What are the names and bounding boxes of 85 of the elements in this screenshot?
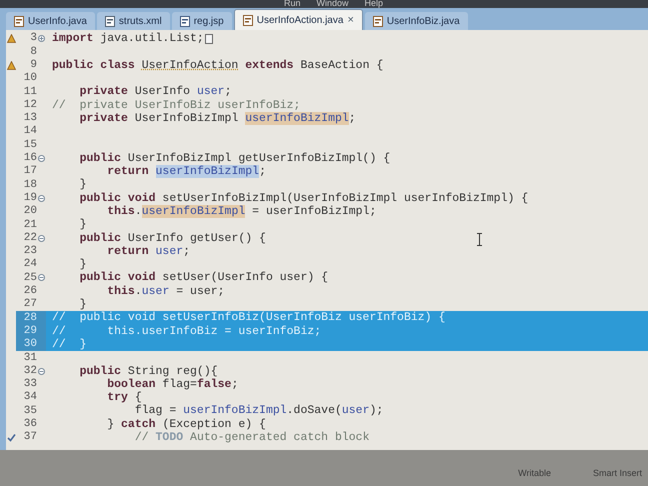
code-line: return user; xyxy=(106,244,190,258)
tab-label: UserInfoAction.java xyxy=(256,14,344,28)
code-line: private UserInfoBizImpl userInfoBizImpl; xyxy=(78,112,356,125)
collapse-icon[interactable] xyxy=(38,368,45,375)
code-line: flag = userInfoBizImpl.doSave(user); xyxy=(134,404,384,418)
line-number: 28 xyxy=(24,310,37,326)
selected-code-line: // } xyxy=(52,338,87,351)
line-number: 22 xyxy=(24,230,37,246)
file-icon xyxy=(104,16,115,26)
line-number: 14 xyxy=(24,124,37,140)
line-number: 29 xyxy=(24,324,37,338)
line-number: 13 xyxy=(24,111,37,126)
code-line: public void setUser(UserInfo user) { xyxy=(78,271,328,284)
code-line: try { xyxy=(106,391,142,404)
line-number: 8 xyxy=(30,44,37,60)
selected-code-line: // this.userInfoBiz = userInfoBiz; xyxy=(52,324,322,338)
collapse-icon[interactable] xyxy=(38,194,45,202)
line-number: 15 xyxy=(24,138,37,152)
code-line: public UserInfo getUser() { xyxy=(78,232,266,245)
code-line: public void setUserInfoBizImpl(UserInfoBizImpl userInfoBizImpl) { xyxy=(78,192,528,205)
file-icon xyxy=(14,16,24,26)
tab-label: UserInfo.java xyxy=(28,14,87,28)
collapse-icon[interactable] xyxy=(38,234,45,242)
code-line: } xyxy=(78,258,87,272)
line-number: 9 xyxy=(30,58,37,72)
editor-tab[interactable]: reg.jsp xyxy=(172,12,232,30)
line-number: 3 xyxy=(30,31,37,46)
line-number: 11 xyxy=(24,84,37,100)
code-line: public UserInfoBizImpl getUserInfoBizImpl() { xyxy=(78,152,390,165)
close-icon[interactable]: × xyxy=(347,14,354,26)
line-number: 32 xyxy=(24,364,37,378)
code-line: } xyxy=(78,178,87,192)
code-line: public String reg(){ xyxy=(78,364,218,378)
line-number: 23 xyxy=(24,244,37,258)
editor-tab[interactable]: UserInfo.java xyxy=(6,12,95,30)
line-number: 33 xyxy=(24,377,37,392)
code-line: boolean flag=false; xyxy=(106,378,238,391)
line-number: 21 xyxy=(24,218,37,232)
expand-icon[interactable] xyxy=(38,35,45,42)
code-line: return userInfoBizImpl; xyxy=(106,165,266,178)
line-number: 34 xyxy=(24,390,37,406)
collapse-icon[interactable] xyxy=(38,154,45,162)
code-line: public class UserInfoAction extends BaseAction { xyxy=(52,58,384,72)
line-number: 35 xyxy=(24,404,37,418)
line-number: 12 xyxy=(24,98,37,112)
selected-code-line: // public void setUserInfoBiz(UserInfoBiz userInfoBiz) { xyxy=(52,311,446,324)
file-icon xyxy=(180,16,190,26)
line-number: 16 xyxy=(24,151,37,166)
editor-tab[interactable]: UserInfoBiz.java xyxy=(364,12,468,30)
line-number: 31 xyxy=(24,350,37,366)
menu-item[interactable]: Run xyxy=(284,0,301,8)
line-number: 36 xyxy=(24,417,37,432)
line-number: 17 xyxy=(24,164,37,180)
code-editor[interactable] xyxy=(0,30,648,450)
code-line: this.userInfoBizImpl = userInfoBizImpl; xyxy=(106,205,376,218)
editor-tab[interactable]: UserInfoAction.java × xyxy=(234,9,363,30)
line-number: 30 xyxy=(24,337,37,352)
line-number: 26 xyxy=(24,284,37,298)
line-number: 18 xyxy=(24,178,37,192)
file-icon xyxy=(242,14,253,26)
text-cursor-icon xyxy=(476,233,483,246)
code-line: } xyxy=(78,218,87,232)
folded-code-marker[interactable] xyxy=(204,34,213,44)
status-text: Writable xyxy=(518,467,551,480)
editor-tab[interactable]: struts.xml xyxy=(96,12,170,30)
line-number: 10 xyxy=(24,71,37,86)
code-line: this.user = user; xyxy=(106,284,225,298)
code-line: // private UserInfoBiz userInfoBiz; xyxy=(52,98,300,112)
code-line: } xyxy=(78,298,87,312)
line-number: 27 xyxy=(24,297,37,312)
line-number: 37 xyxy=(24,430,37,446)
collapse-icon[interactable] xyxy=(38,274,45,282)
line-number: 24 xyxy=(24,257,37,272)
tab-label: struts.xml xyxy=(118,14,162,28)
line-number: 20 xyxy=(24,204,37,220)
code-line: private UserInfo user; xyxy=(78,85,232,98)
line-number: 25 xyxy=(24,270,37,286)
status-text: Smart Insert xyxy=(592,467,642,480)
code-line: // TODO Auto-generated catch block xyxy=(134,431,370,444)
tab-label: UserInfoBiz.java xyxy=(386,14,460,28)
file-icon xyxy=(372,16,383,26)
line-number: 19 xyxy=(24,190,37,206)
code-line: } catch (Exception e) { xyxy=(106,418,266,431)
code-line: import java.util.List; xyxy=(52,32,204,46)
tab-label: reg.jsp xyxy=(194,14,224,28)
